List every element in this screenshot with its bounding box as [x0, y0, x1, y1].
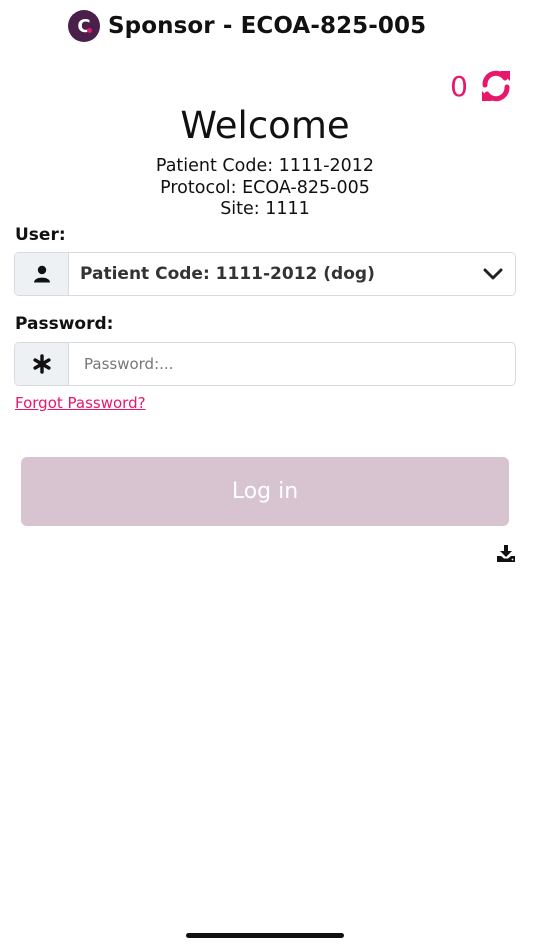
welcome-heading: Welcome [180, 104, 350, 147]
sync-icon[interactable] [478, 68, 514, 104]
user-icon-addon [15, 253, 69, 295]
login-button[interactable]: Log in [21, 457, 509, 526]
asterisk-icon [32, 354, 51, 374]
app-header: C Sponsor - ECOA-825-005 [68, 10, 426, 42]
sync-control[interactable]: 0 [450, 68, 514, 104]
protocol-text: Protocol: ECOA-825-005 [160, 177, 370, 198]
password-input[interactable] [69, 343, 515, 385]
user-select[interactable]: Patient Code: 1111-2012 (dog) [14, 252, 516, 296]
password-field[interactable] [14, 342, 516, 386]
password-icon-addon [15, 343, 69, 385]
chevron-down-icon[interactable] [471, 253, 515, 295]
patient-info: Patient Code: 1111-2012 Protocol: ECOA-8… [0, 156, 530, 221]
brand-logo: C [68, 10, 100, 42]
user-label: User: [15, 225, 66, 245]
site-text: Site: 1111 [220, 199, 310, 219]
forgot-password-link[interactable]: Forgot Password? [15, 394, 146, 412]
user-icon [33, 265, 50, 283]
patient-code-text: Patient Code: 1111-2012 [155, 156, 375, 176]
page-title: Sponsor - ECOA-825-005 [108, 13, 427, 39]
home-indicator [186, 933, 344, 938]
user-select-value: Patient Code: 1111-2012 (dog) [80, 264, 375, 284]
password-label: Password: [15, 314, 114, 334]
download-icon[interactable] [496, 545, 516, 562]
logo-letter: C [77, 15, 91, 37]
logo-dot [87, 28, 92, 33]
sync-count: 0 [450, 69, 468, 103]
